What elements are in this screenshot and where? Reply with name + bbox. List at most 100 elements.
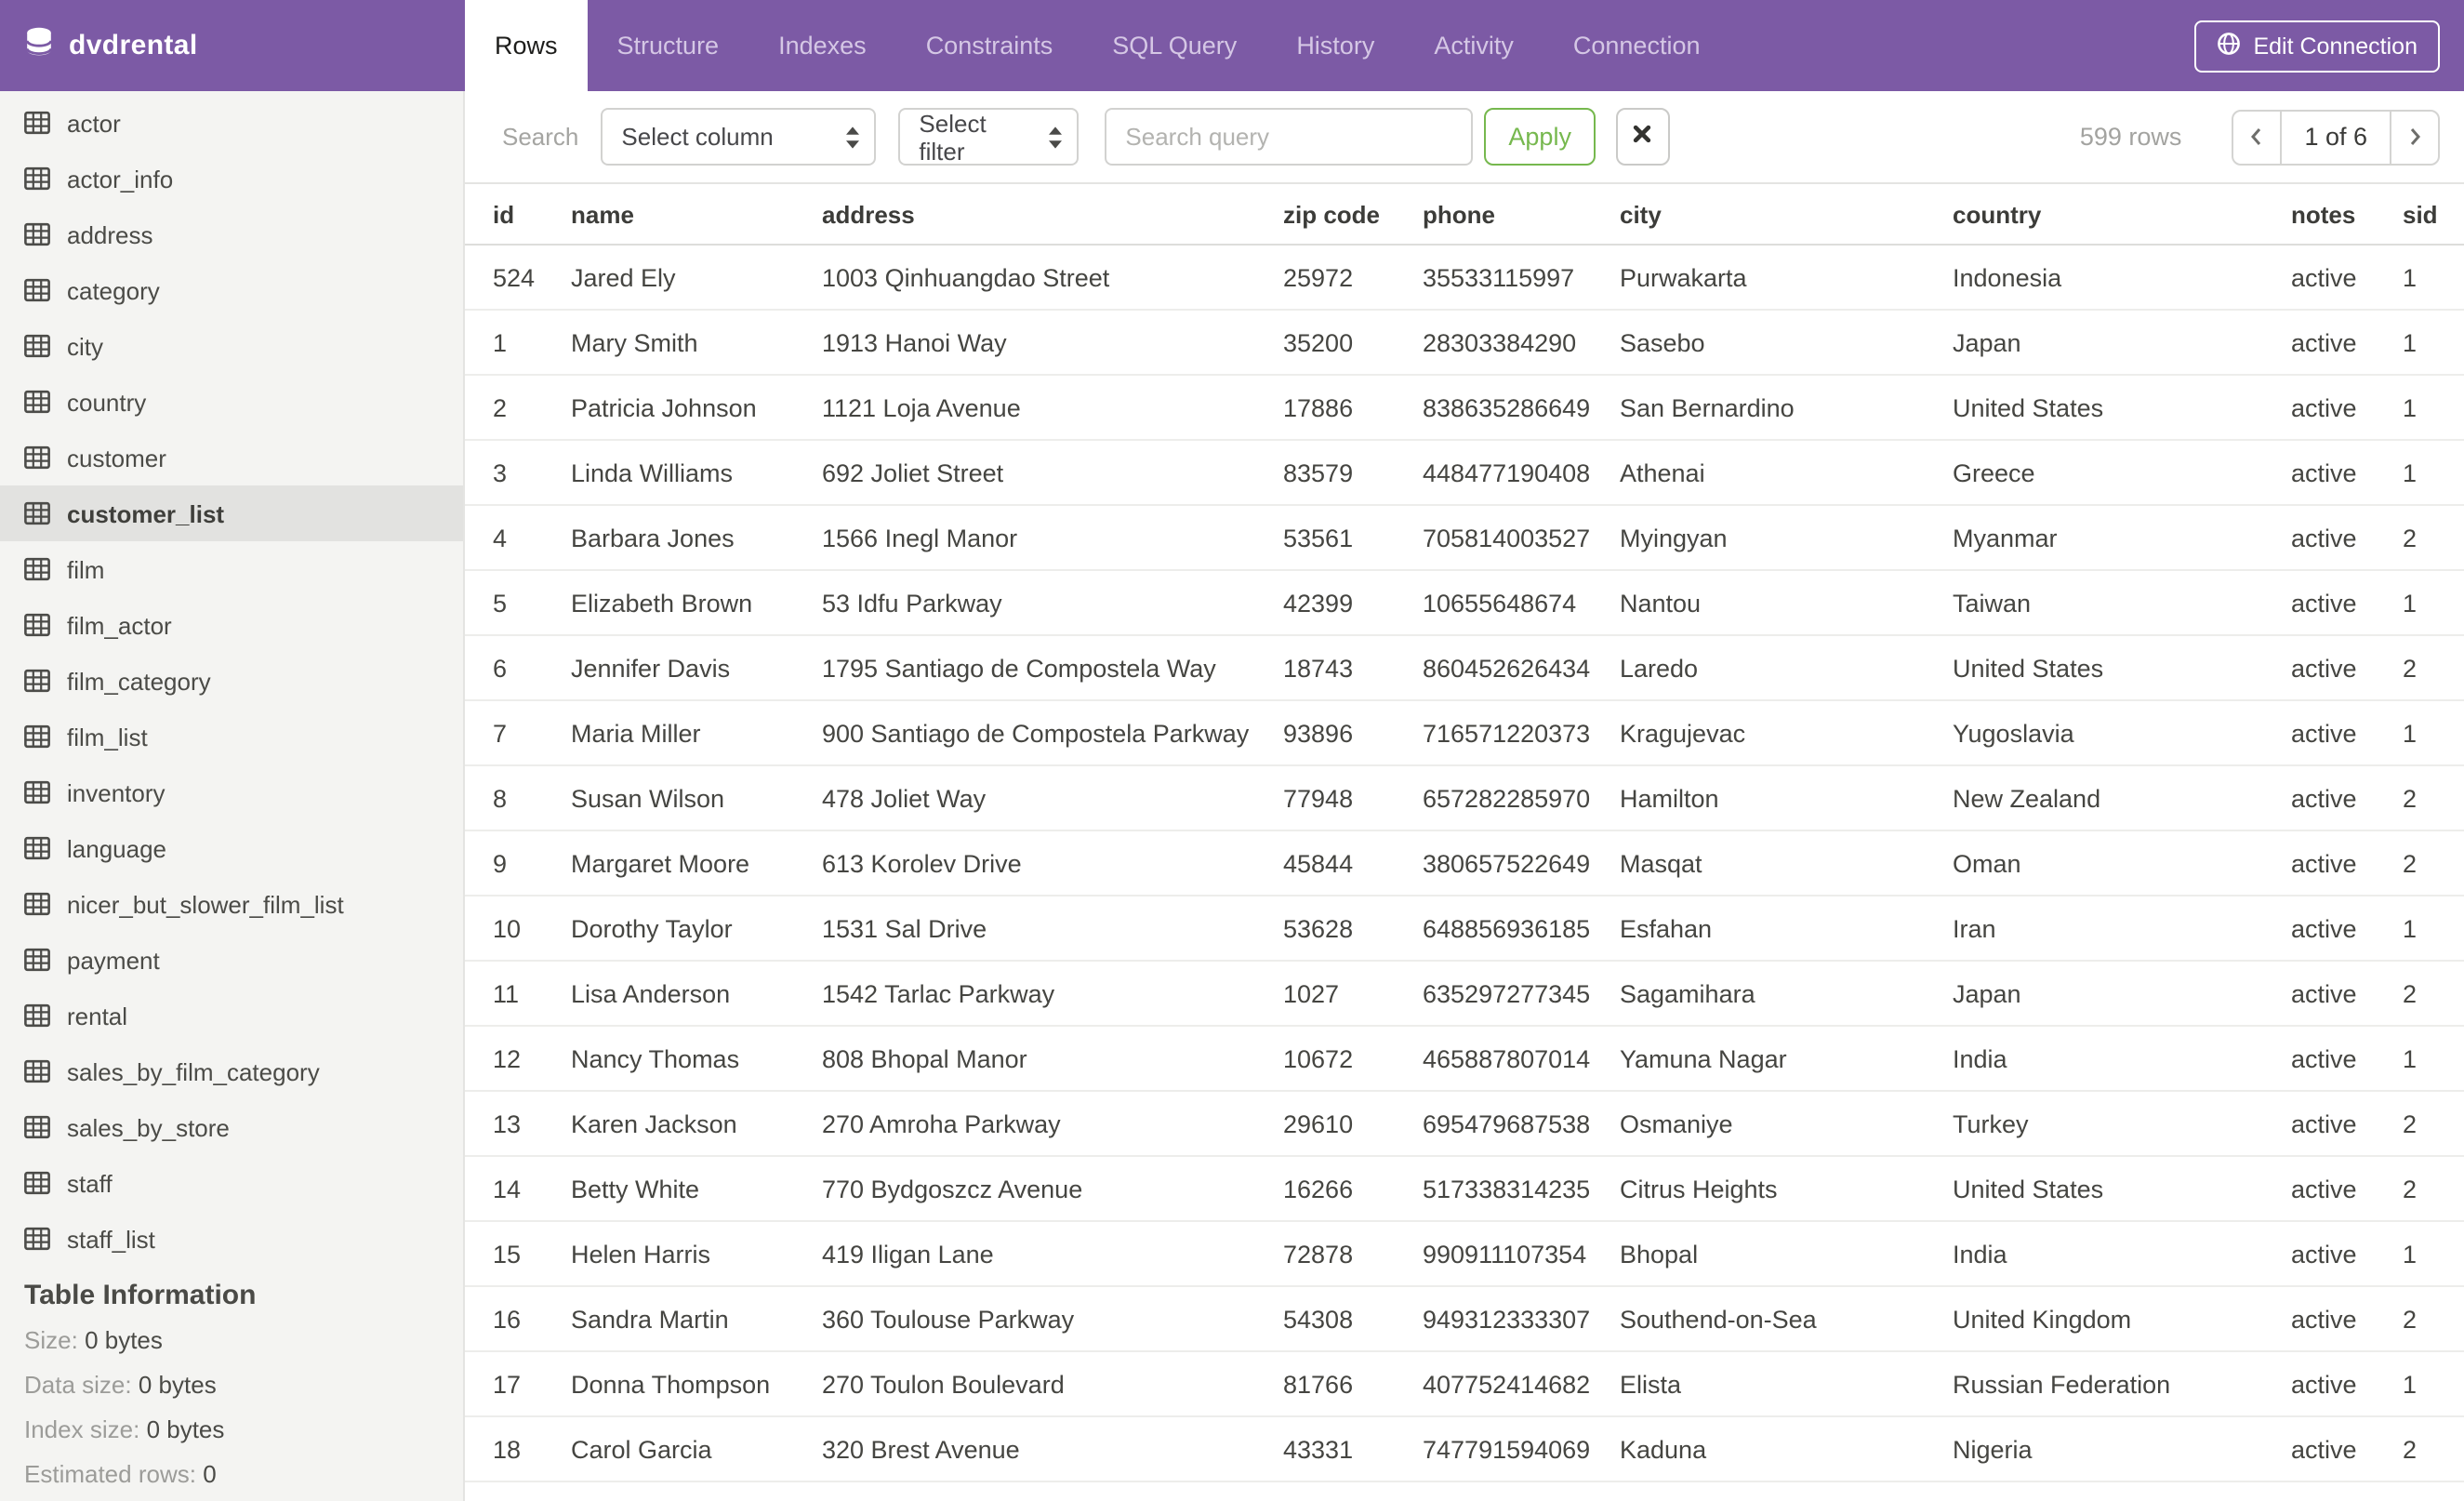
sidebar-item-actor[interactable]: actor [0,95,463,151]
cell: Helen Harris [571,1221,822,1287]
cell: Masqat [1620,830,1953,897]
sidebar-item-film_category[interactable]: film_category [0,653,463,709]
table-row[interactable]: 19Ruth Martinez1417 Lancaster Avenue7219… [465,1481,2464,1501]
sidebar-item-rental[interactable]: rental [0,988,463,1043]
table-row[interactable]: 15 Helen Harris 419 Iligan Lane 72878 990911… [465,1221,2464,1287]
sidebar-item-film_list[interactable]: film_list [0,709,463,764]
sidebar-item-category[interactable]: category [0,262,463,318]
pagination: 1 of 6 [2232,109,2440,165]
table-row[interactable]: 13 Karen Jackson 270 Amroha Parkway 29610 69… [465,1091,2464,1157]
column-select[interactable]: Select column [601,108,877,166]
cell: 270 Toulon Boulevard [822,1351,1283,1417]
table-icon [24,389,50,415]
tab-sql-query[interactable]: SQL Query [1082,0,1266,91]
info-value: 0 bytes [85,1326,163,1354]
tab-rows[interactable]: Rows [465,0,588,91]
sidebar-item-country[interactable]: country [0,374,463,430]
previous-page-button[interactable] [2233,111,2280,163]
column-header-sid[interactable]: sid [2403,184,2464,246]
sidebar-item-staff[interactable]: staff [0,1155,463,1211]
sidebar-item-inventory[interactable]: inventory [0,764,463,820]
sidebar-item-payment[interactable]: payment [0,932,463,988]
cell: 81766 [1283,1351,1423,1417]
search-query-input[interactable] [1105,108,1474,166]
table-row[interactable]: 8 Susan Wilson 478 Joliet Way 77948 65728228… [465,765,2464,831]
tab-activity[interactable]: Activity [1404,0,1543,91]
table-row[interactable]: 9 Margaret Moore 613 Korolev Drive 45844 380… [465,830,2464,897]
cell: active [2291,310,2403,376]
cell: 1121 Loja Avenue [822,375,1283,441]
cell: 2 [2403,1416,2464,1482]
sidebar-item-film[interactable]: film [0,541,463,597]
sidebar-item-customer[interactable]: customer [0,430,463,485]
sidebar-item-actor_info[interactable]: actor_info [0,151,463,206]
apply-button[interactable]: Apply [1484,108,1596,166]
table-row[interactable]: 12 Nancy Thomas 808 Bhopal Manor 10672 46588… [465,1026,2464,1092]
table-row[interactable]: 7 Maria Miller 900 Santiago de Compostela … [465,700,2464,766]
cell: Athenai [1620,440,1953,506]
column-header-address[interactable]: address [822,184,1283,246]
column-header-notes[interactable]: notes [2291,184,2403,246]
sidebar-item-film_actor[interactable]: film_actor [0,597,463,653]
column-header-country[interactable]: country [1953,184,2291,246]
table-row[interactable]: 18 Carol Garcia 320 Brest Avenue 43331 74779… [465,1416,2464,1482]
tab-history[interactable]: History [1266,0,1404,91]
sidebar-item-city[interactable]: city [0,318,463,374]
sidebar-item-customer_list[interactable]: customer_list [0,485,463,541]
edit-connection-button[interactable]: Edit Connection [2193,20,2440,72]
sidebar-item-nicer_but_slower_film_list[interactable]: nicer_but_slower_film_list [0,876,463,932]
column-header-city[interactable]: city [1620,184,1953,246]
table-row[interactable]: 524 Jared Ely 1003 Qinhuangdao Street 25972… [465,245,2464,311]
cell: 1417 Lancaster Avenue [822,1481,1283,1501]
table-row[interactable]: 5 Elizabeth Brown 53 Idfu Parkway 42399 1065… [465,570,2464,636]
tab-indexes[interactable]: Indexes [748,0,896,91]
sidebar-item-sales_by_film_category[interactable]: sales_by_film_category [0,1043,463,1099]
cell: 42399 [1283,570,1423,636]
next-page-button[interactable] [2391,111,2438,163]
column-header-phone[interactable]: phone [1423,184,1620,246]
table-row[interactable]: 2 Patricia Johnson 1121 Loja Avenue 17886 83… [465,375,2464,441]
clear-filter-button[interactable] [1615,108,1670,166]
search-label: Search [502,123,579,151]
tab-constraints[interactable]: Constraints [896,0,1083,91]
cell: 705814003527 [1423,505,1620,571]
cell: 360 Toulouse Parkway [822,1286,1283,1352]
cell: Purwakarta [1620,245,1953,311]
page-indicator: 1 of 6 [2280,111,2391,163]
table-row[interactable]: 6 Jennifer Davis 1795 Santiago de Composte… [465,635,2464,701]
sidebar-item-sales_by_store[interactable]: sales_by_store [0,1099,463,1155]
table-row[interactable]: 14 Betty White 770 Bydgoszcz Avenue 16266 51… [465,1156,2464,1222]
table-row[interactable]: 4 Barbara Jones 1566 Inegl Manor 53561 70581… [465,505,2464,571]
sidebar-item-language[interactable]: language [0,820,463,876]
cell: Karen Jackson [571,1091,822,1157]
cell: Southend-on-Sea [1620,1286,1953,1352]
cell: 465887807014 [1423,1026,1620,1092]
edit-connection-label: Edit Connection [2253,33,2418,59]
table-name: staff_list [67,1225,155,1253]
table-name: actor [67,109,121,137]
table-row[interactable]: 3 Linda Williams 692 Joliet Street 83579 448… [465,440,2464,506]
table-name: actor_info [67,165,174,193]
table-row[interactable]: 16 Sandra Martin 360 Toulouse Parkway 54308… [465,1286,2464,1352]
cell: 54308 [1283,1286,1423,1352]
cell: 692 Joliet Street [822,440,1283,506]
table-row[interactable]: 17 Donna Thompson 270 Toulon Boulevard 8176… [465,1351,2464,1417]
cell: 29610 [1283,1091,1423,1157]
tab-connection[interactable]: Connection [1543,0,1730,91]
table-row[interactable]: 10 Dorothy Taylor 1531 Sal Drive 53628 64885… [465,896,2464,962]
table-row[interactable]: 1 Mary Smith 1913 Hanoi Way 35200 2830338429… [465,310,2464,376]
column-header-id[interactable]: id [465,184,571,246]
sidebar-item-staff_list[interactable]: staff_list [0,1211,463,1267]
cell: Elista [1620,1351,1953,1417]
cell: United States [1953,635,2291,701]
column-header-zip-code[interactable]: zip code [1283,184,1423,246]
table-name: film_category [67,667,211,695]
table-row[interactable]: 11 Lisa Anderson 1542 Tarlac Parkway 1027 63… [465,961,2464,1027]
cell: 4 [465,505,571,571]
column-header-name[interactable]: name [571,184,822,246]
filter-select[interactable]: Select filter [898,108,1080,166]
table-icon [24,110,50,136]
tab-structure[interactable]: Structure [588,0,749,91]
cell: 1003 Qinhuangdao Street [822,245,1283,311]
sidebar-item-address[interactable]: address [0,206,463,262]
